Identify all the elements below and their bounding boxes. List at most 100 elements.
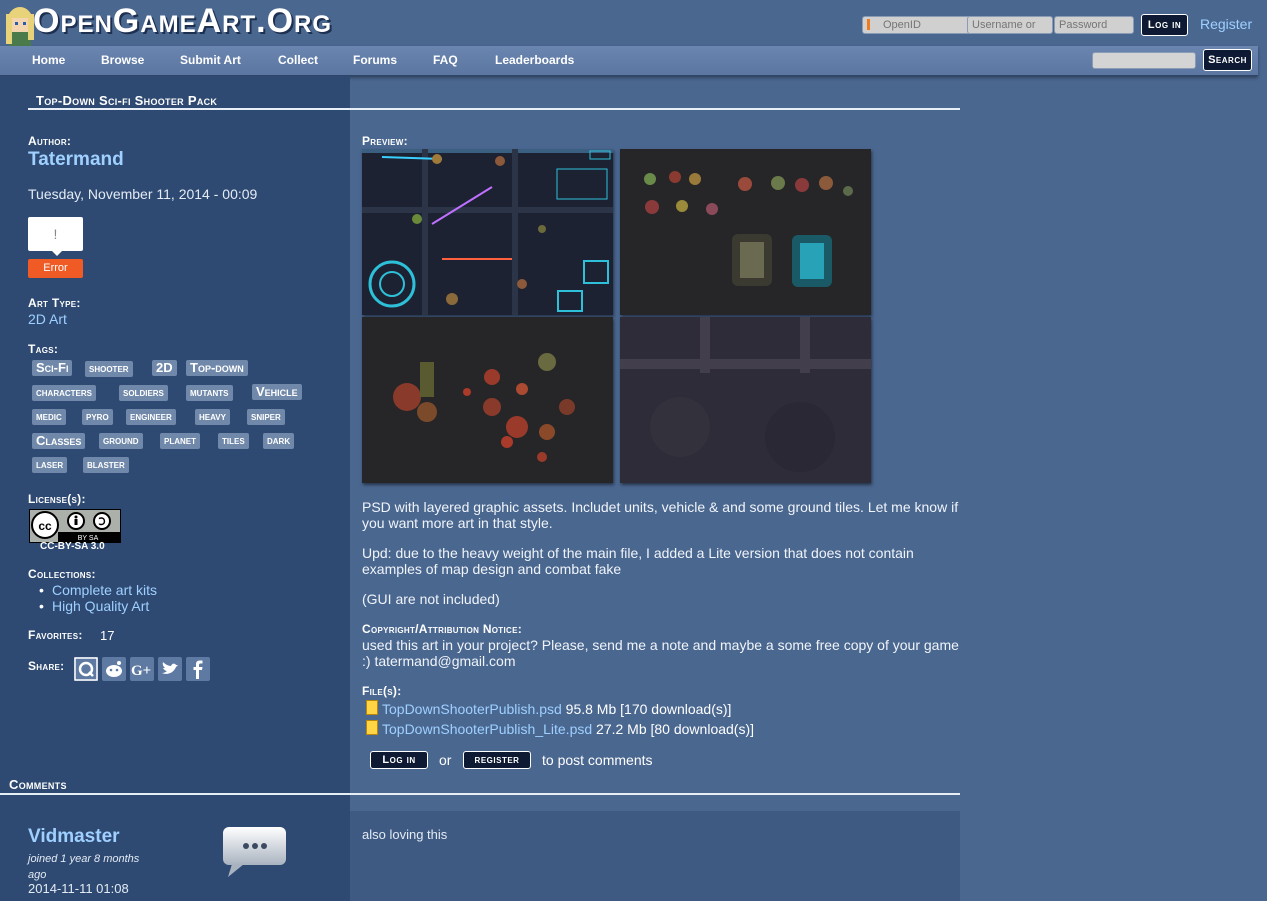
preview-ground-tiles-image: [620, 317, 871, 483]
tag-planet[interactable]: planet: [160, 433, 200, 449]
share-stumble-icon[interactable]: [74, 657, 98, 681]
comment-login-button[interactable]: Log in: [370, 751, 428, 769]
share-google-plus-icon[interactable]: G+: [130, 657, 154, 681]
openid-icon: [867, 19, 870, 30]
nav-browse[interactable]: Browse: [101, 53, 144, 67]
file-info: 95.8 Mb [170 download(s)]: [565, 701, 732, 717]
preview-image-4[interactable]: [620, 317, 871, 483]
commenter-joined: joined 1 year 8 months ago: [28, 853, 140, 881]
tag-medic[interactable]: medic: [32, 409, 66, 425]
widget-bubble: !: [28, 217, 83, 256]
tag-dark[interactable]: dark: [263, 433, 295, 449]
list-item: Complete art kits: [39, 582, 157, 598]
license-label: License(s):: [28, 492, 86, 506]
collections-list: Complete art kits High Quality Art: [39, 582, 157, 614]
svg-text:cc: cc: [38, 519, 52, 533]
description-paragraph-1: PSD with layered graphic assets. Include…: [362, 499, 959, 531]
or-text: or: [439, 752, 452, 768]
file-download-link[interactable]: TopDownShooterPublish_Lite.psd: [382, 721, 592, 737]
tag-2d[interactable]: 2D: [152, 360, 177, 376]
collection-link[interactable]: Complete art kits: [52, 582, 157, 598]
openid-field[interactable]: [862, 16, 976, 34]
favorites-label: Favorites:: [28, 628, 83, 642]
search-button[interactable]: Search: [1203, 49, 1252, 71]
svg-text:Ↄ: Ↄ: [98, 517, 105, 528]
list-item: High Quality Art: [39, 598, 157, 614]
comment-text: also loving this: [362, 827, 448, 842]
tag-engineer[interactable]: engineer: [126, 409, 176, 425]
tag-top-down[interactable]: Top-down: [186, 360, 248, 376]
preview-soldiers-image: [362, 317, 613, 483]
author-link[interactable]: Tatermand: [28, 149, 124, 171]
file-info: 27.2 Mb [80 download(s)]: [596, 721, 755, 737]
nav-leaderboards[interactable]: Leaderboards: [495, 53, 574, 67]
preview-label: Preview:: [362, 134, 408, 148]
preview-units-image: [620, 149, 871, 315]
cc-license-badge[interactable]: cc Ↄ BY SA: [29, 509, 121, 543]
tag-mutants[interactable]: mutants: [186, 385, 233, 401]
tag-blaster[interactable]: blaster: [83, 457, 129, 473]
preview-image-3[interactable]: [362, 317, 613, 483]
favorites-count: 17: [100, 628, 115, 643]
main-nav: Home Browse Submit Art Collect Forums FA…: [0, 46, 1258, 76]
share-reddit-icon[interactable]: [102, 657, 126, 681]
favorite-widget[interactable]: ! Error: [28, 217, 83, 278]
tag-shooter[interactable]: shooter: [85, 361, 133, 377]
tag-soldiers[interactable]: soldiers: [119, 385, 168, 401]
login-button[interactable]: Log in: [1141, 14, 1188, 36]
nav-faq[interactable]: FAQ: [433, 53, 458, 67]
nav-home[interactable]: Home: [32, 53, 65, 67]
tag-ground[interactable]: ground: [99, 433, 143, 449]
tag-pyro[interactable]: pyro: [82, 409, 113, 425]
file-download-link[interactable]: TopDownShooterPublish.psd: [382, 701, 562, 717]
tag-tiles[interactable]: tiles: [218, 433, 249, 449]
tag-classes[interactable]: Classes: [32, 433, 86, 449]
password-field[interactable]: [1054, 16, 1134, 34]
description-paragraph-3: (GUI are not included): [362, 591, 500, 607]
comment-register-button[interactable]: register: [463, 751, 531, 769]
nav-forums[interactable]: Forums: [353, 53, 397, 67]
description-paragraph-2: Upd: due to the heavy weight of the main…: [362, 545, 914, 577]
svg-text:G+: G+: [131, 663, 151, 679]
post-date: Tuesday, November 11, 2014 - 00:09: [28, 186, 258, 202]
site-header: OpenGameArt.Org Log in Register Home Bro…: [0, 0, 1267, 76]
file-icon: [366, 700, 378, 715]
site-title[interactable]: OpenGameArt.Org: [33, 2, 332, 41]
error-badge: Error: [28, 259, 83, 278]
tag-sniper[interactable]: sniper: [247, 409, 285, 425]
title-divider: [28, 108, 960, 110]
search-input[interactable]: [1092, 52, 1196, 69]
register-link[interactable]: Register: [1200, 16, 1252, 32]
files-label: File(s):: [362, 684, 402, 698]
username-field[interactable]: [967, 16, 1053, 34]
file-icon: [366, 720, 378, 735]
art-type-link[interactable]: 2D Art: [28, 311, 67, 327]
nav-submit-art[interactable]: Submit Art: [180, 53, 241, 67]
preview-image-2[interactable]: [620, 149, 871, 315]
copyright-label: Copyright/Attribution Notice:: [362, 622, 523, 636]
tag-laser[interactable]: laser: [32, 457, 68, 473]
collection-link[interactable]: High Quality Art: [52, 598, 149, 614]
post-comments-text: to post comments: [542, 752, 653, 768]
tag-sci-fi[interactable]: Sci-Fi: [32, 360, 73, 376]
commenter-link[interactable]: Vidmaster: [28, 826, 120, 848]
share-label: Share:: [28, 659, 65, 673]
file-row: TopDownShooterPublish_Lite.psd 27.2 Mb […: [382, 721, 754, 737]
license-name: CC-BY-SA 3.0: [40, 541, 105, 552]
comment-date: 2014-11-11 01:08: [28, 881, 129, 896]
nav-collect[interactable]: Collect: [278, 53, 318, 67]
art-type-label: Art Type:: [28, 296, 81, 310]
author-label: Author:: [28, 134, 72, 148]
tag-characters[interactable]: characters: [32, 385, 96, 401]
share-facebook-icon[interactable]: [186, 657, 210, 681]
tags-label: Tags:: [28, 342, 59, 356]
preview-image-1[interactable]: [362, 149, 613, 315]
tag-heavy[interactable]: heavy: [195, 409, 230, 425]
copyright-notice: used this art in your project? Please, s…: [362, 637, 959, 669]
speech-bubble-icon: [223, 827, 286, 877]
tag-vehicle[interactable]: Vehicle: [252, 384, 302, 400]
share-twitter-icon[interactable]: [158, 657, 182, 681]
cc-by-sa-icon: cc Ↄ BY SA: [30, 510, 120, 542]
comments-title: Comments: [9, 777, 67, 792]
preview-combat-image: [362, 149, 613, 315]
